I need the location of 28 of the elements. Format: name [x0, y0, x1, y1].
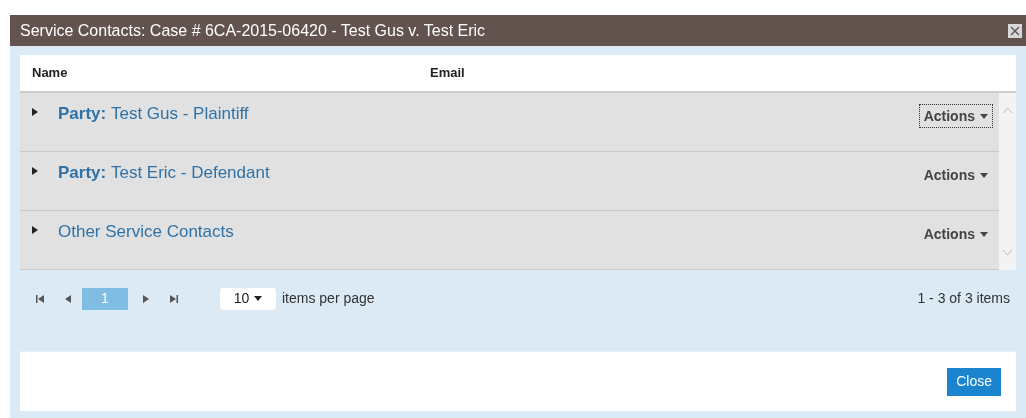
window-title: Service Contacts: Case # 6CA-2015-06420 - Test Gus v. Test Eric — [20, 20, 486, 41]
close-button[interactable] — [1008, 23, 1022, 38]
close-button[interactable]: Close — [947, 367, 1001, 396]
caret-icon — [980, 231, 988, 237]
right-arrow-icon — [143, 294, 149, 303]
group-row[interactable]: Party: Test Gus - Plaintiff Actions — [20, 93, 999, 152]
expand-icon — [32, 226, 38, 234]
page-size-label: items per page — [282, 289, 375, 308]
expand-icon — [32, 167, 38, 175]
page-size-dropdown[interactable]: 10 — [220, 287, 276, 310]
last-page-icon — [170, 294, 178, 303]
actions-button[interactable]: Actions — [918, 163, 993, 187]
item-count: 1 - 3 of 3 items — [917, 289, 1010, 308]
group-row[interactable]: Other Service Contacts Actions — [20, 211, 999, 270]
actions-button[interactable]: Actions — [918, 222, 993, 246]
caret-icon — [254, 296, 263, 301]
expand-icon — [32, 108, 38, 116]
first-page-icon — [36, 294, 44, 303]
column-header: Email — [430, 64, 465, 83]
left-arrow-icon — [65, 294, 71, 303]
group-row[interactable]: Party: Test Eric - Defendant Actions — [20, 152, 999, 211]
column-header: Name — [31, 64, 69, 83]
group-title[interactable]: Party: Test Eric - Defendant — [58, 160, 919, 186]
actions-button[interactable]: Actions — [918, 104, 993, 128]
caret-icon — [980, 113, 988, 119]
caret-icon — [980, 172, 988, 178]
group-title[interactable]: Other Service Contacts — [58, 219, 919, 245]
group-title[interactable]: Party: Test Gus - Plaintiff — [58, 101, 919, 127]
